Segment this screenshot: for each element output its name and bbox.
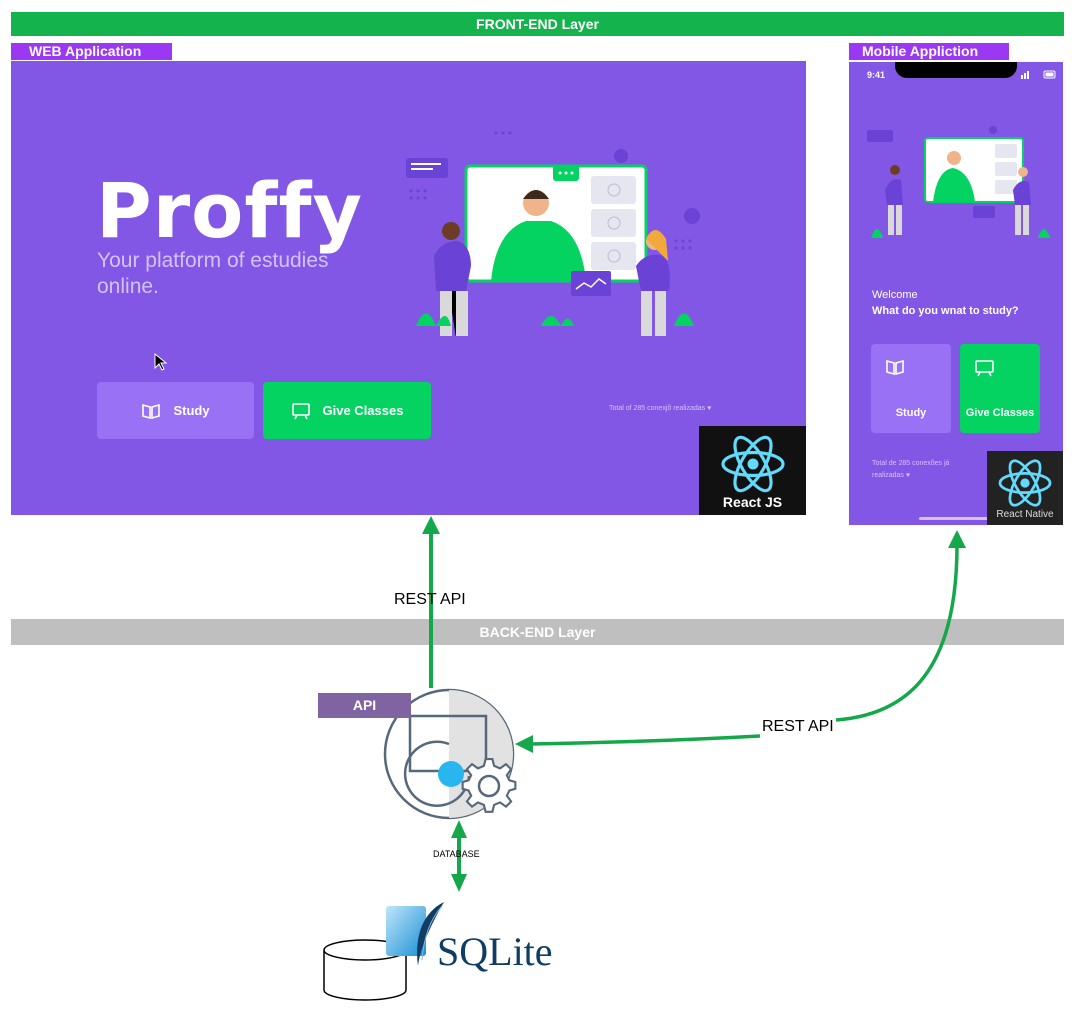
connection-arrows bbox=[422, 516, 966, 892]
mobile-rest-api-label: REST API bbox=[762, 718, 834, 735]
database-label: DATABASE bbox=[433, 849, 480, 859]
mobile-rest-arrow-upper bbox=[835, 544, 959, 722]
mobile-rest-arrow-lower bbox=[529, 734, 761, 746]
sqlite-wordmark: SQLite bbox=[437, 929, 553, 974]
api-tag: API bbox=[318, 693, 411, 718]
web-rest-api-label: REST API bbox=[394, 591, 466, 608]
